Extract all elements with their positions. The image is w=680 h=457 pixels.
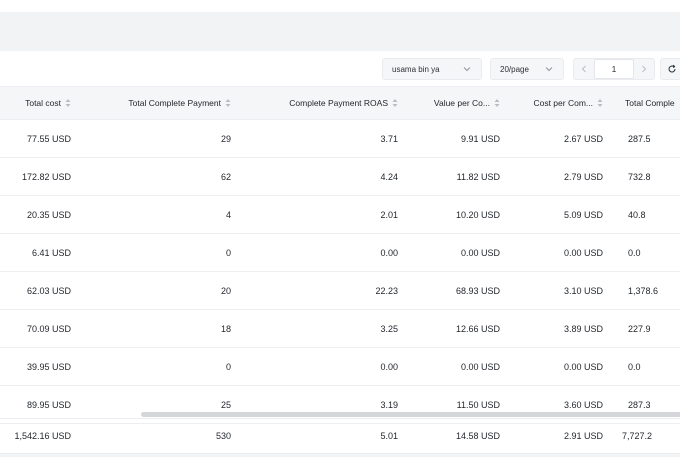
total-cell: 14.58 USD — [455, 431, 500, 441]
column-header-label: Cost per Com... — [533, 98, 593, 108]
table-cell: 732.8 — [628, 171, 651, 182]
table-cell: 287.5 — [628, 133, 651, 144]
total-cell: 530 — [215, 431, 231, 441]
column-header-label: Total Comple — [625, 98, 675, 108]
column-header-value-per-complete[interactable]: Value per Co... — [434, 87, 500, 119]
sort-icon — [225, 99, 231, 107]
table-cell: 0.00 — [380, 361, 398, 372]
table-cell: 70.09 USD — [26, 323, 71, 334]
total-cell: 7,727.2 — [622, 431, 653, 441]
table-cell: 20 — [220, 285, 231, 296]
scrollbar-thumb[interactable] — [141, 412, 680, 417]
table-cell: 2.01 — [380, 209, 398, 220]
pagination: 1 — [573, 58, 655, 80]
chevron-down-icon — [545, 67, 553, 72]
table-cell: 62 — [220, 171, 231, 182]
table-cell: 10.20 USD — [455, 209, 500, 220]
table-cell: 227.9 — [628, 323, 651, 334]
table-cell: 3.89 USD — [563, 323, 603, 334]
sort-icon — [65, 99, 71, 107]
refresh-icon — [668, 64, 676, 73]
table-cell: 3.71 — [380, 133, 398, 144]
page-size-select[interactable]: 20/page — [490, 58, 564, 80]
table-row[interactable]: 70.09 USD 18 3.25 12.66 USD 3.89 USD 227.9 — [0, 310, 680, 348]
table-toolbar: usama bin ya 20/page 1 — [0, 58, 680, 80]
sort-icon — [494, 99, 500, 107]
table-cell: 4 — [225, 209, 231, 220]
table-cell: 11.82 USD — [456, 171, 500, 182]
sort-icon — [392, 99, 398, 107]
table-cell: 0.00 USD — [563, 361, 603, 372]
table-cell: 0.00 USD — [460, 361, 500, 372]
table-cell: 77.55 USD — [26, 133, 71, 144]
table-cell: 0.0 — [628, 247, 641, 258]
table-cell: 1,378.6 — [628, 285, 659, 296]
table-cell: 3.10 USD — [563, 285, 603, 296]
table-cell: 62.03 USD — [26, 285, 71, 296]
table-cell: 12.66 USD — [455, 323, 500, 334]
table-cell: 0.00 USD — [563, 247, 603, 258]
account-select-value: usama bin ya — [392, 64, 440, 74]
column-header-total-complete-payment[interactable]: Total Complete Payment — [128, 87, 231, 119]
table-cell: 18 — [220, 323, 231, 334]
table-row[interactable]: 6.41 USD 0 0.00 0.00 USD 0.00 USD 0.0 — [0, 234, 680, 272]
table-header: Total cost Total Complete Payment Comple… — [0, 86, 680, 120]
chevron-down-icon — [463, 67, 471, 72]
total-cell: 2.91 USD — [563, 431, 603, 441]
column-header-complete-payment-roas[interactable]: Complete Payment ROAS — [289, 87, 398, 119]
account-select[interactable]: usama bin ya — [382, 58, 482, 80]
page-number-input[interactable]: 1 — [594, 59, 634, 79]
table-cell: 3.25 — [380, 323, 398, 334]
table-cell: 0.0 — [628, 361, 641, 372]
table-row[interactable]: 39.95 USD 0 0.00 0.00 USD 0.00 USD 0.0 — [0, 348, 680, 386]
table-cell: 2.79 USD — [563, 171, 603, 182]
page-size-value: 20/page — [500, 64, 529, 74]
table-body: 77.55 USD 29 3.71 9.91 USD 2.67 USD 287.5 172.… — [0, 120, 680, 424]
prev-page-button[interactable] — [574, 59, 594, 79]
chevron-right-icon — [641, 65, 646, 73]
table-cell: 6.41 USD — [31, 247, 71, 258]
table-row[interactable]: 77.55 USD 29 3.71 9.91 USD 2.67 USD 287.5 — [0, 120, 680, 158]
data-table: Total cost Total Complete Payment Comple… — [0, 86, 680, 424]
table-cell: 68.93 USD — [455, 285, 500, 296]
column-header-label: Total cost — [25, 98, 61, 108]
total-cell: 5.01 — [380, 431, 398, 441]
table-total-row: 1,542.16 USD 530 5.01 14.58 USD 2.91 USD… — [0, 418, 680, 454]
table-row[interactable]: 20.35 USD 4 2.01 10.20 USD 5.09 USD 40.8 — [0, 196, 680, 234]
column-header-label: Total Complete Payment — [128, 98, 221, 108]
column-header-label: Value per Co... — [433, 98, 490, 108]
total-cell: 1,542.16 USD — [14, 431, 71, 441]
table-cell: 40.8 — [628, 209, 646, 220]
table-cell: 0 — [225, 247, 231, 258]
column-header-label: Complete Payment ROAS — [289, 98, 388, 108]
table-cell: 29 — [220, 133, 231, 144]
table-cell: 0.00 — [380, 247, 398, 258]
column-header-total-cost[interactable]: Total cost — [25, 87, 71, 119]
table-cell: 20.35 USD — [26, 209, 71, 220]
horizontal-scrollbar[interactable] — [0, 409, 680, 417]
table-cell: 39.95 USD — [26, 361, 71, 372]
top-filter-bar — [0, 12, 680, 51]
table-cell: 0.00 USD — [460, 247, 500, 258]
table-cell: 4.24 — [380, 171, 398, 182]
column-header-total-complete[interactable]: Total Comple — [625, 87, 675, 119]
table-cell: 172.82 USD — [21, 171, 71, 182]
table-cell: 9.91 USD — [460, 133, 500, 144]
chevron-left-icon — [581, 65, 587, 73]
column-header-cost-per-complete[interactable]: Cost per Com... — [533, 87, 603, 119]
table-cell: 5.09 USD — [563, 209, 603, 220]
sort-icon — [597, 99, 603, 107]
table-row[interactable]: 172.82 USD 62 4.24 11.82 USD 2.79 USD 732.8 — [0, 158, 680, 196]
table-cell: 2.67 USD — [563, 133, 603, 144]
next-page-button[interactable] — [634, 59, 654, 79]
refresh-button[interactable] — [660, 58, 680, 80]
table-cell: 0 — [225, 361, 231, 372]
table-row[interactable]: 62.03 USD 20 22.23 68.93 USD 3.10 USD 1,378.6 — [0, 272, 680, 310]
table-cell: 22.23 — [375, 285, 398, 296]
